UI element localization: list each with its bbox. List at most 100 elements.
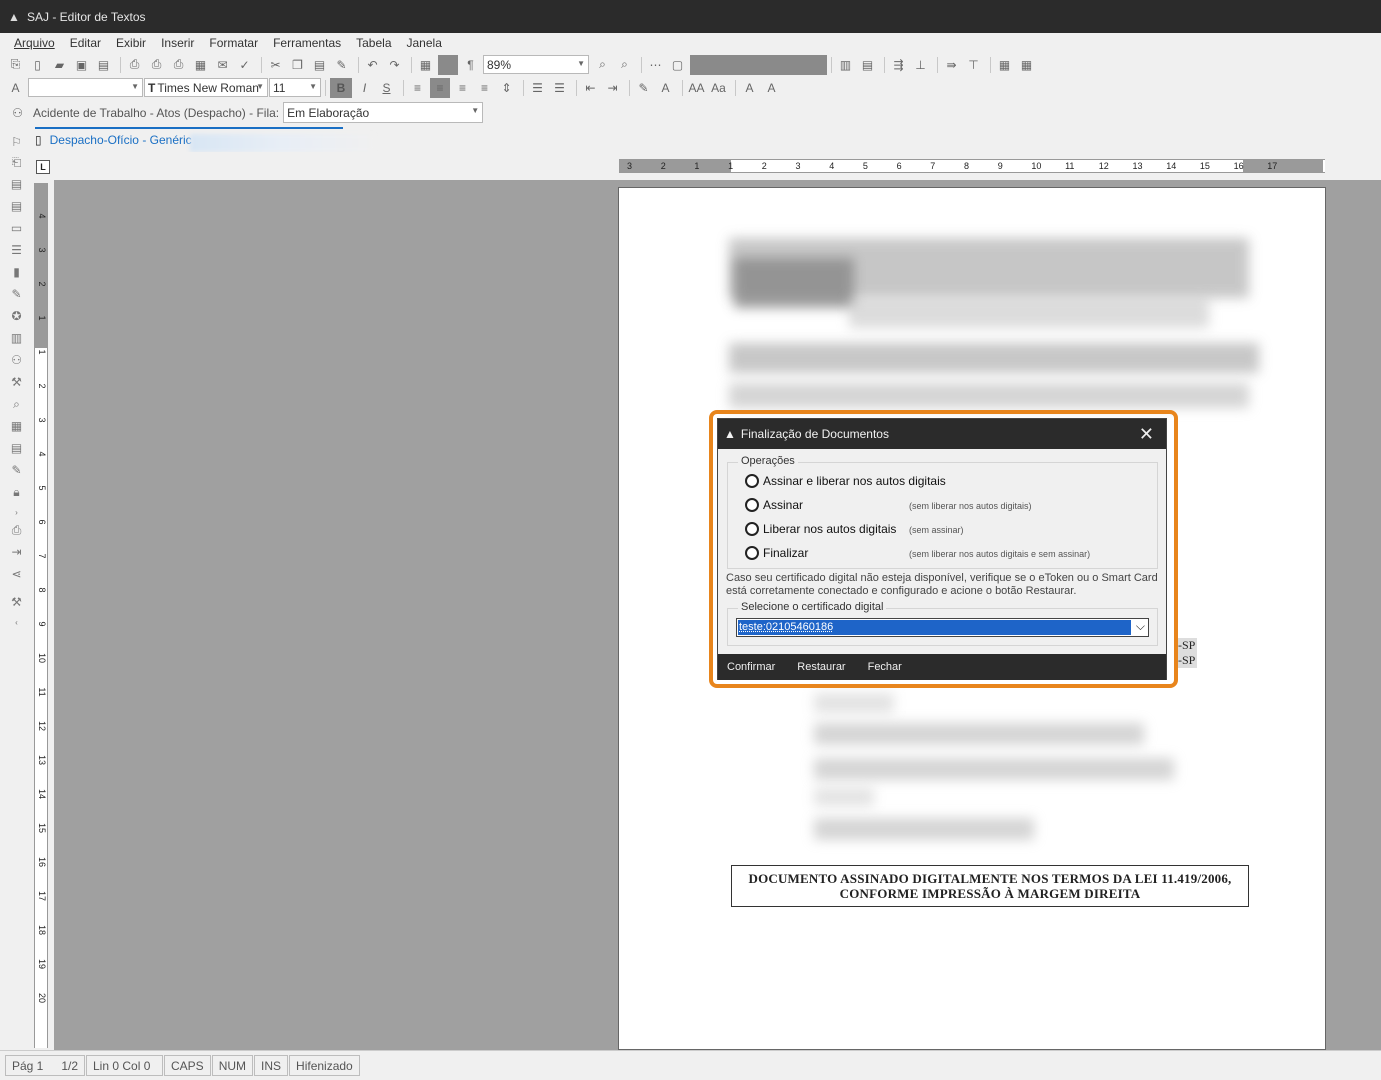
restore-button[interactable]: Restaurar [797,661,845,673]
font-size-combo[interactable]: 11 ▼ [269,78,321,97]
bold-icon[interactable]: B [330,77,352,98]
vertical-ruler[interactable]: 4 3 2 1 1 2 3 4 5 6 7 8 9 10 11 12 13 14 15 16 17 18 19 20 [34,183,48,1048]
search-doc-icon[interactable]: ⌕ [8,396,25,413]
option-assinar[interactable]: Assinar [745,498,803,512]
zoom-in-icon[interactable]: ⌕ [615,55,634,74]
paint-roller-icon[interactable]: ⚒ [8,594,25,611]
option-assinar-liberar[interactable]: Assinar e liberar nos autos digitais [745,474,946,488]
print-preview-icon[interactable]: ⎙ [147,55,166,74]
print-setup-icon[interactable]: ⎙ [169,55,188,74]
chevron-right-icon[interactable]: › [8,504,25,521]
calendar-icon[interactable]: ▦ [8,418,25,435]
pilcrow-icon[interactable]: ¶ [461,55,480,74]
merge-icon[interactable]: ⇛ [942,55,961,74]
fields-icon[interactable]: ▦ [1017,55,1036,74]
font-name-combo[interactable]: T Times New Roman ▼ [144,78,268,97]
signature-tool-icon[interactable]: ⎗ [8,154,25,171]
document-list-icon[interactable]: ▤ [8,176,25,193]
radio-button[interactable] [745,522,759,536]
zoom-out-icon[interactable]: ⌕ [593,55,612,74]
paste-icon[interactable]: ▤ [310,55,329,74]
copy-icon[interactable]: ❐ [288,55,307,74]
columns-icon[interactable] [438,54,458,75]
menu-arquivo[interactable]: Arquivo [14,36,55,50]
email-icon[interactable]: ✉ [213,55,232,74]
justify-icon[interactable]: ≡ [475,78,494,97]
lock-icon[interactable]: 🔒︎ [8,484,25,501]
close-button[interactable]: Fechar [868,661,902,673]
style-icon[interactable]: A [6,78,25,97]
people-icon[interactable]: ⚇ [8,352,25,369]
option-finalizar[interactable]: Finalizar [745,546,808,560]
note-icon[interactable]: ▤ [8,440,25,457]
save-as-icon[interactable]: ▣ [72,55,91,74]
format-painter-icon[interactable]: ✎ [332,55,351,74]
numbering-icon[interactable]: ☰ [550,78,569,97]
fax-icon[interactable]: ▦ [191,55,210,74]
text-lines-icon[interactable]: ☰ [8,242,25,259]
comment-icon[interactable]: ▭ [8,220,25,237]
style-combo[interactable]: ▼ [28,78,143,97]
chevron-down-icon[interactable]: ⌵ [1136,619,1145,634]
menu-janela[interactable]: Janela [407,36,442,50]
menu-formatar[interactable]: Formatar [209,36,258,50]
menu-inserir[interactable]: Inserir [161,36,194,50]
pencil-icon[interactable]: ✎ [8,462,25,479]
zoom-combo[interactable]: 89% ▼ [483,55,589,74]
underline-icon[interactable]: S [377,78,396,97]
cut-icon[interactable]: ✂ [266,55,285,74]
borders-icon[interactable]: ▢ [668,55,687,74]
table-icon[interactable]: ▦ [416,55,435,74]
open-folder-icon[interactable]: ▰ [50,55,69,74]
insert-field-icon[interactable]: ⇶ [889,55,908,74]
format-tool-icon[interactable]: ⚐ [8,134,25,151]
save-icon[interactable]: ▤ [94,55,113,74]
new-document-icon[interactable]: ▯ [28,55,47,74]
award-icon[interactable]: ✪ [8,308,25,325]
undo-icon[interactable]: ↶ [363,55,382,74]
lowercase-icon[interactable]: Aa [709,78,728,97]
align-left-icon[interactable]: ≡ [408,78,427,97]
stack-icon[interactable]: ▤ [8,198,25,215]
horizontal-ruler[interactable]: 3 2 1 1 2 3 4 5 6 7 8 9 10 11 12 13 14 15 16 17 [619,159,1325,173]
option-liberar[interactable]: Liberar nos autos digitais [745,522,896,536]
grid-icon[interactable]: ⋯ [646,55,665,74]
radio-button[interactable] [745,498,759,512]
menu-exibir[interactable]: Exibir [116,36,146,50]
align-center-icon[interactable]: ≡ [430,77,450,98]
export-icon[interactable]: ⇥ [8,544,25,561]
highlight-icon[interactable]: ✎ [634,78,653,97]
menu-tabela[interactable]: Tabela [356,36,391,50]
align-right-icon[interactable]: ≡ [453,78,472,97]
fila-combo[interactable]: Em Elaboração ▼ [283,102,484,123]
italic-icon[interactable]: I [355,78,374,97]
print-icon[interactable]: ⎙ [125,55,144,74]
bullets-icon[interactable]: ☰ [528,78,547,97]
menu-editar[interactable]: Editar [70,36,101,50]
decrease-indent-icon[interactable]: ⇤ [581,78,600,97]
radio-button[interactable] [745,474,759,488]
form-icon[interactable]: ▦ [995,55,1014,74]
text-effect-icon[interactable]: A [740,78,759,97]
certificate-select[interactable]: teste:02105460186 ⌵ [736,618,1149,637]
uppercase-icon[interactable]: AA [687,78,706,97]
split-cells-icon[interactable]: ▥ [836,55,855,74]
template-icon[interactable]: ⎘ [6,55,25,74]
redo-icon[interactable]: ↷ [385,55,404,74]
share-icon[interactable]: ⋖ [8,566,25,583]
line-spacing-icon[interactable]: ⇕ [497,78,516,97]
spellcheck-icon[interactable]: ✓ [235,55,254,74]
filter-icon[interactable]: ⊤ [964,55,983,74]
block-icon[interactable]: ▮ [8,264,25,281]
hierarchy-icon[interactable]: ⊥ [911,55,930,74]
close-icon[interactable]: ✕ [1139,425,1154,443]
font-color-icon[interactable]: A [656,78,675,97]
increase-indent-icon[interactable]: ⇥ [603,78,622,97]
tab-stop-selector[interactable]: L [36,160,50,174]
tab-despacho-oficio[interactable]: ▯ Despacho-Ofício - Genéric [35,127,343,151]
columns-icon[interactable]: ▥ [8,330,25,347]
chevron-left-icon[interactable]: ‹ [8,614,25,631]
menu-ferramentas[interactable]: Ferramentas [273,36,341,50]
merge-cells-icon[interactable]: ▤ [858,55,877,74]
radio-button[interactable] [745,546,759,560]
